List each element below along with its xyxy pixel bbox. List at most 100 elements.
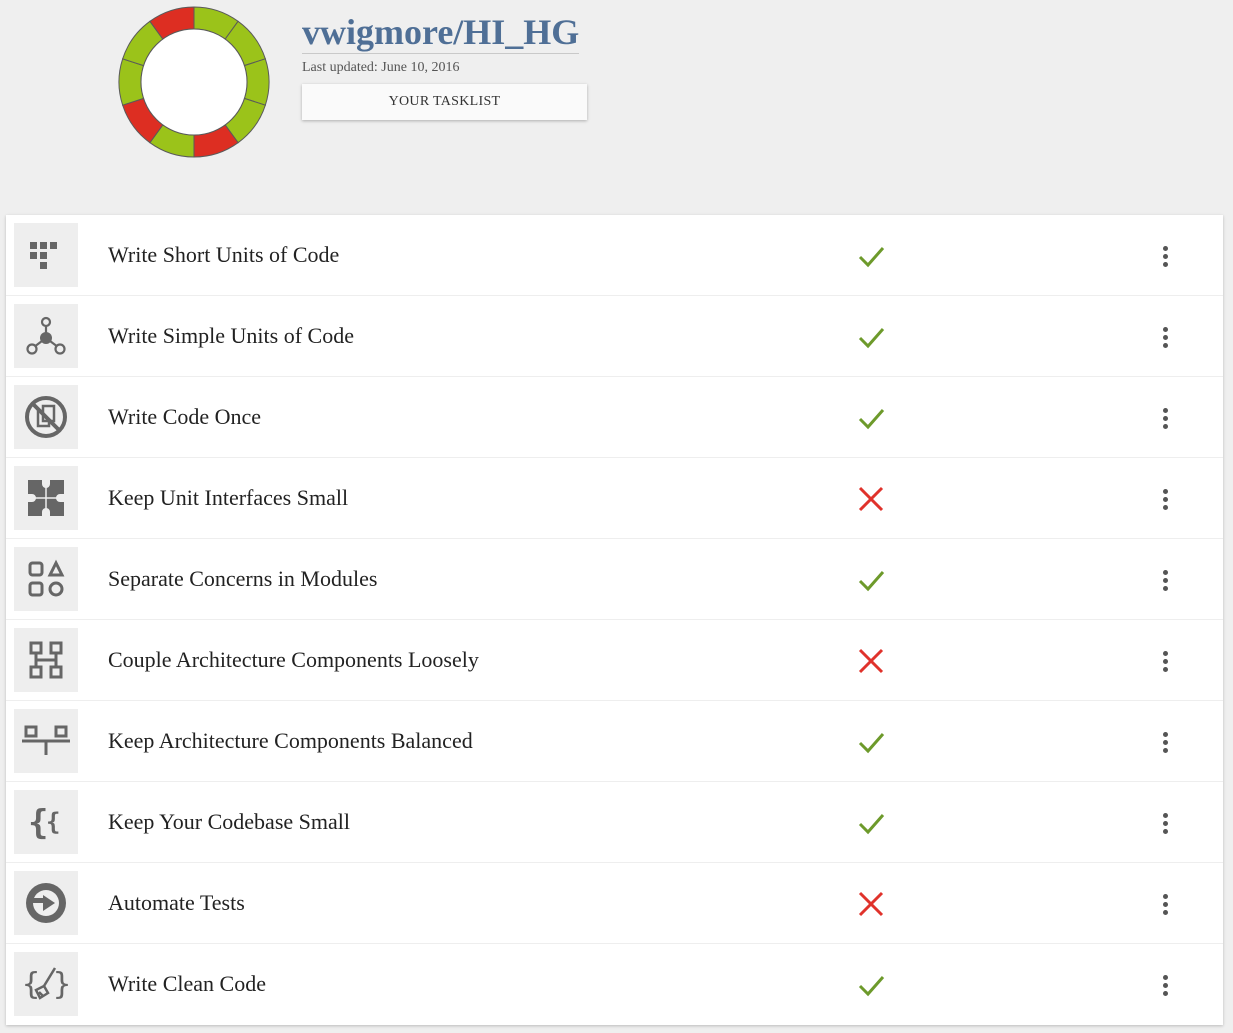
guideline-label: Write Code Once xyxy=(108,404,262,429)
guideline-label: Write Clean Code xyxy=(108,971,266,996)
dot xyxy=(1162,423,1168,429)
guideline-label: Write Short Units of Code xyxy=(108,242,340,267)
guideline-row[interactable]: Automate Tests xyxy=(6,863,1223,944)
cross-icon xyxy=(858,891,884,917)
guideline-row[interactable]: Keep Unit Interfaces Small xyxy=(6,458,1223,539)
more-options-button[interactable] xyxy=(1150,644,1180,678)
check-icon xyxy=(858,328,885,349)
dot xyxy=(1162,820,1168,826)
dot xyxy=(1162,666,1168,672)
cross-icon xyxy=(858,486,884,512)
puzzle-icon xyxy=(28,480,64,516)
repo-info: vwigmore/HI_HG Last updated: June 10, 20… xyxy=(302,12,602,120)
curly-braces-icon: {{ xyxy=(28,803,60,843)
guideline-row[interactable]: Write Simple Units of Code xyxy=(6,296,1223,377)
dot xyxy=(1162,731,1168,737)
guideline-row[interactable]: Couple Architecture Components Loosely xyxy=(6,620,1223,701)
more-options-button[interactable] xyxy=(1150,887,1180,921)
dot xyxy=(1162,982,1168,988)
check-icon xyxy=(858,733,885,754)
dot xyxy=(1162,747,1168,753)
guideline-row[interactable]: {} Write Clean Code xyxy=(6,944,1223,1025)
dot xyxy=(1162,585,1168,591)
clean-code-icon: {} xyxy=(22,967,70,1002)
svg-text:{: { xyxy=(22,967,40,1002)
dot xyxy=(1162,326,1168,332)
dot xyxy=(1162,577,1168,583)
more-options-button[interactable] xyxy=(1150,482,1180,516)
svg-text:}: } xyxy=(53,967,70,1002)
dot xyxy=(1162,658,1168,664)
loose-coupling-icon xyxy=(29,641,63,679)
dot xyxy=(1162,334,1168,340)
dot xyxy=(1162,828,1168,834)
last-updated: Last updated: June 10, 2016 xyxy=(302,60,460,75)
dot xyxy=(1162,253,1168,259)
dot xyxy=(1162,504,1168,510)
guideline-icon-box xyxy=(14,628,78,692)
play-test-icon xyxy=(26,883,66,923)
no-duplication-icon xyxy=(25,396,67,438)
check-icon xyxy=(858,571,885,592)
check-icon xyxy=(858,814,885,835)
balance-icon xyxy=(22,725,70,755)
guideline-row[interactable]: {{ Keep Your Codebase Small xyxy=(6,782,1223,863)
check-icon xyxy=(858,409,885,430)
guideline-list: Write Short Units of Code Write Simple U… xyxy=(6,215,1223,1025)
guideline-icon-box xyxy=(14,466,78,530)
guideline-icon-box xyxy=(14,871,78,935)
guideline-label: Separate Concerns in Modules xyxy=(108,566,378,591)
cross-icon xyxy=(858,648,884,674)
guideline-label: Keep Architecture Components Balanced xyxy=(108,728,473,753)
more-options-button[interactable] xyxy=(1150,320,1180,354)
dot xyxy=(1162,974,1168,980)
guideline-icon-box xyxy=(14,304,78,368)
guideline-row[interactable]: Keep Architecture Components Balanced xyxy=(6,701,1223,782)
guideline-row[interactable]: Write Code Once xyxy=(6,377,1223,458)
score-segment-pass xyxy=(118,58,145,106)
score-segment-pass xyxy=(243,58,270,106)
dot xyxy=(1162,342,1168,348)
page-header: vwigmore/HI_HG Last updated: June 10, 20… xyxy=(0,0,1233,200)
guideline-icon-box xyxy=(14,547,78,611)
guideline-label: Automate Tests xyxy=(108,890,245,915)
dot xyxy=(1162,990,1168,996)
more-options-button[interactable] xyxy=(1150,401,1180,435)
guideline-icon-box xyxy=(14,385,78,449)
modules-icon xyxy=(28,559,65,597)
score-donut-center xyxy=(140,28,248,136)
more-options-button[interactable] xyxy=(1150,563,1180,597)
simple-units-icon xyxy=(26,316,66,355)
short-units-icon xyxy=(30,242,57,269)
more-options-button[interactable] xyxy=(1150,968,1180,1002)
guideline-row[interactable]: Write Short Units of Code xyxy=(6,215,1223,296)
dot xyxy=(1162,488,1168,494)
guideline-label: Couple Architecture Components Loosely xyxy=(108,647,479,672)
dot xyxy=(1162,245,1168,251)
dot xyxy=(1162,261,1168,267)
more-options-button[interactable] xyxy=(1150,239,1180,273)
check-icon xyxy=(858,247,885,268)
dot xyxy=(1162,569,1168,575)
guideline-label: Keep Unit Interfaces Small xyxy=(108,485,349,510)
dot xyxy=(1162,496,1168,502)
dot xyxy=(1162,407,1168,413)
more-options-button[interactable] xyxy=(1150,725,1180,759)
your-tasklist-button[interactable]: YOUR TASKLIST xyxy=(302,84,587,120)
dot xyxy=(1162,893,1168,899)
repo-title[interactable]: vwigmore/HI_HG xyxy=(302,12,580,54)
guideline-label: Write Simple Units of Code xyxy=(108,323,354,348)
dot xyxy=(1162,739,1168,745)
dot xyxy=(1162,415,1168,421)
guideline-label: Keep Your Codebase Small xyxy=(108,809,350,834)
score-donut xyxy=(118,6,270,158)
check-icon xyxy=(858,976,885,997)
more-options-button[interactable] xyxy=(1150,806,1180,840)
dot xyxy=(1162,909,1168,915)
dot xyxy=(1162,812,1168,818)
guideline-icon-box xyxy=(14,709,78,773)
dot xyxy=(1162,650,1168,656)
guideline-icon-box xyxy=(14,223,78,287)
guideline-row[interactable]: Separate Concerns in Modules xyxy=(6,539,1223,620)
guideline-icon-box: {{ xyxy=(14,790,78,854)
